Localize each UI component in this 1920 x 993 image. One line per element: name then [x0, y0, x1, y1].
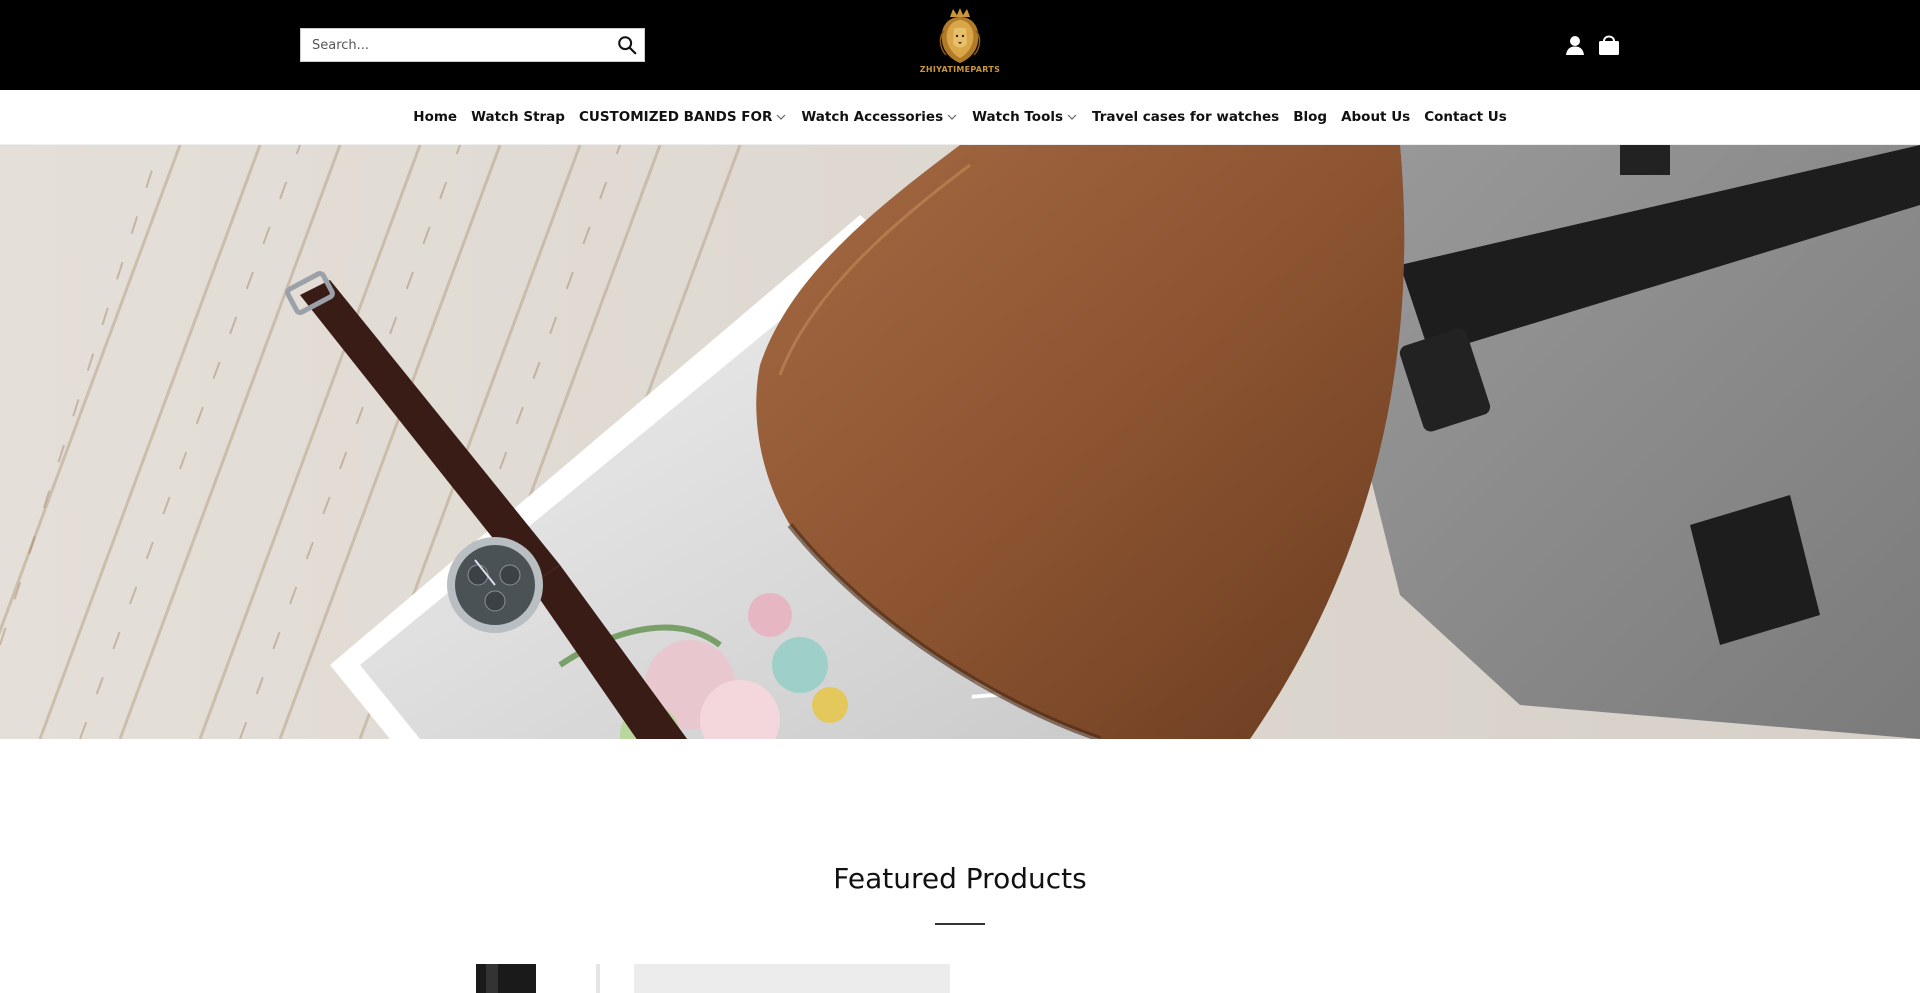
- search-input[interactable]: [301, 29, 601, 61]
- search-icon[interactable]: [616, 34, 638, 56]
- nav-label: Watch Accessories: [801, 109, 944, 125]
- hero-banner[interactable]: WERS: [0, 145, 1920, 739]
- cart-icon[interactable]: [1598, 32, 1620, 56]
- featured-products-title: Featured Products: [833, 862, 1087, 895]
- nav-watch-strap[interactable]: Watch Strap: [464, 109, 572, 125]
- nav-watch-tools[interactable]: Watch Tools: [965, 109, 1085, 125]
- main-nav: Home Watch Strap CUSTOMIZED BANDS FOR Wa…: [0, 90, 1920, 145]
- nav-label: Watch Tools: [972, 109, 1064, 125]
- account-icon[interactable]: [1565, 34, 1585, 56]
- section-divider: [935, 923, 985, 925]
- nav-label: Contact Us: [1424, 109, 1507, 125]
- chevron-down-icon: [776, 114, 786, 120]
- chevron-down-icon: [947, 114, 957, 120]
- top-header: ZHIYATIMEPARTS: [0, 0, 1920, 90]
- hero-image: WERS: [0, 145, 1920, 739]
- site-logo[interactable]: ZHIYATIMEPARTS: [910, 7, 1010, 79]
- nav-about-us[interactable]: About Us: [1334, 109, 1417, 125]
- nav-label: Blog: [1293, 109, 1328, 125]
- nav-blog[interactable]: Blog: [1286, 109, 1334, 125]
- product-thumbnail[interactable]: [634, 964, 950, 993]
- nav-label: Home: [413, 109, 458, 125]
- nav-customized-bands[interactable]: CUSTOMIZED BANDS FOR: [572, 109, 794, 125]
- nav-label: Watch Strap: [471, 109, 565, 125]
- search-box: [300, 28, 645, 62]
- product-thumbnail[interactable]: [390, 964, 620, 993]
- chevron-down-icon: [1067, 114, 1077, 120]
- nav-home[interactable]: Home: [406, 109, 464, 125]
- nav-watch-accessories[interactable]: Watch Accessories: [794, 109, 965, 125]
- product-image: [390, 964, 620, 993]
- nav-travel-cases[interactable]: Travel cases for watches: [1085, 109, 1286, 125]
- nav-label: About Us: [1341, 109, 1411, 125]
- nav-label: CUSTOMIZED BANDS FOR: [578, 109, 773, 125]
- nav-label: Travel cases for watches: [1092, 109, 1280, 125]
- logo-text: ZHIYATIMEPARTS: [919, 65, 1001, 74]
- lion-crown-logo: [939, 8, 981, 63]
- nav-contact-us[interactable]: Contact Us: [1417, 109, 1514, 125]
